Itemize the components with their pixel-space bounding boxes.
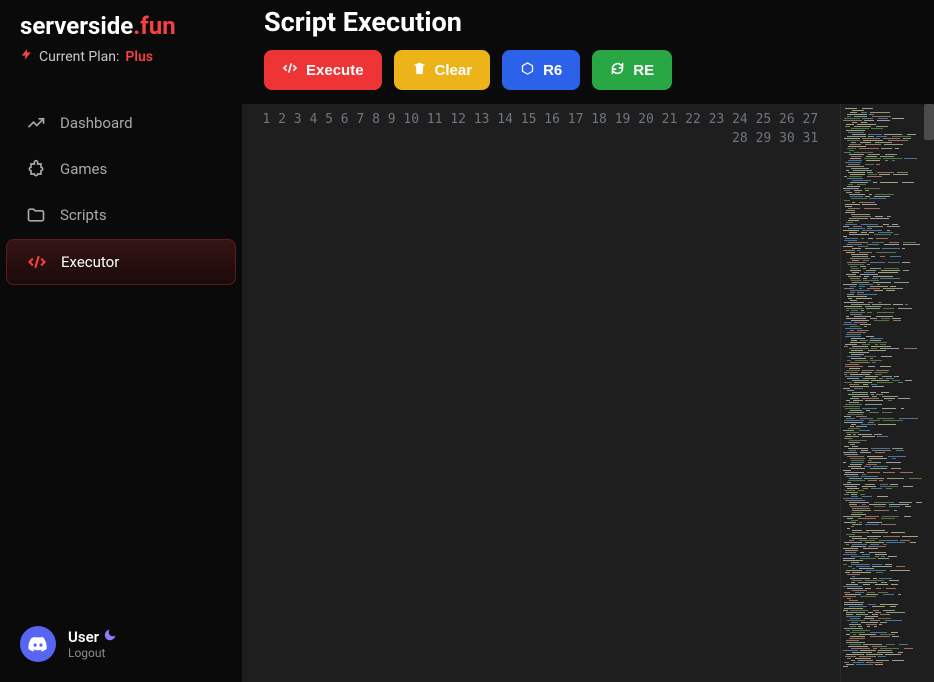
user-name: User xyxy=(68,628,117,646)
bolt-icon xyxy=(20,48,33,65)
trending-icon xyxy=(26,113,46,133)
moon-icon xyxy=(103,628,117,646)
code-icon xyxy=(27,252,47,272)
refresh-icon xyxy=(610,61,625,80)
plan-value: Plus xyxy=(125,49,153,65)
scrollbar-thumb[interactable] xyxy=(924,104,934,140)
discord-icon[interactable] xyxy=(20,626,56,662)
minimap[interactable] xyxy=(840,104,922,682)
user-row: User Logout xyxy=(0,612,242,682)
user-info: User Logout xyxy=(68,628,117,660)
logo-text-2: .fun xyxy=(133,12,175,40)
trash-icon xyxy=(412,61,427,80)
nav-executor-label: Executor xyxy=(61,253,119,271)
main: Script Execution Execute Clear R6 RE 1 2… xyxy=(242,0,934,682)
scrollbar[interactable] xyxy=(922,104,934,682)
logo-text-1: serverside xyxy=(20,12,133,40)
r6-button[interactable]: R6 xyxy=(502,50,580,90)
button-row: Execute Clear R6 RE xyxy=(264,50,912,90)
logout-link[interactable]: Logout xyxy=(68,646,117,660)
nav-scripts[interactable]: Scripts xyxy=(6,193,236,237)
nav-dashboard-label: Dashboard xyxy=(60,114,133,132)
code-area[interactable]: if game:GetService("RunService"):IsClien… xyxy=(830,104,840,682)
folder-icon xyxy=(26,205,46,225)
execute-button[interactable]: Execute xyxy=(264,50,382,90)
clear-button[interactable]: Clear xyxy=(394,50,491,90)
code-icon xyxy=(282,60,298,80)
logo: serverside.fun xyxy=(0,12,242,44)
re-button[interactable]: RE xyxy=(592,50,672,90)
nav-games[interactable]: Games xyxy=(6,147,236,191)
nav-dashboard[interactable]: Dashboard xyxy=(6,101,236,145)
cube-icon xyxy=(520,61,535,80)
line-gutter: 1 2 3 4 5 6 7 8 9 10 11 12 13 14 15 16 1… xyxy=(242,104,830,682)
puzzle-icon xyxy=(26,159,46,179)
plan-label: Current Plan: xyxy=(39,49,119,65)
nav-executor[interactable]: Executor xyxy=(6,239,236,285)
page-title: Script Execution xyxy=(264,6,912,38)
editor[interactable]: 1 2 3 4 5 6 7 8 9 10 11 12 13 14 15 16 1… xyxy=(242,104,934,682)
sidebar: serverside.fun Current Plan: Plus Dashbo… xyxy=(0,0,242,682)
nav-scripts-label: Scripts xyxy=(60,206,107,224)
plan-row: Current Plan: Plus xyxy=(0,44,242,89)
header: Script Execution Execute Clear R6 RE xyxy=(242,0,934,104)
nav-games-label: Games xyxy=(60,160,107,178)
nav: Dashboard Games Scripts Executor xyxy=(0,89,242,612)
